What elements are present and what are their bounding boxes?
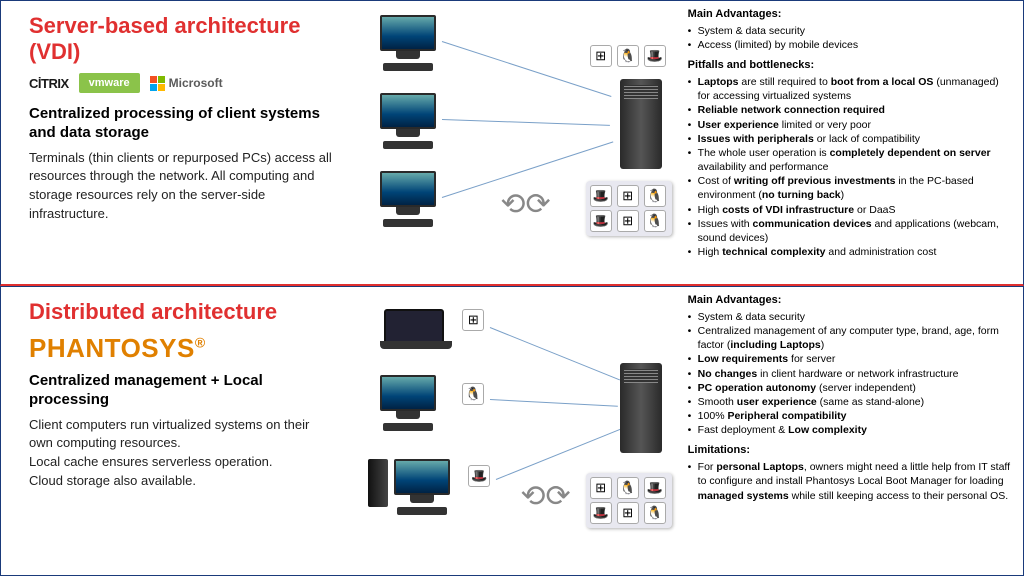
server-icon bbox=[620, 79, 662, 169]
list-item: Centralized management of any computer t… bbox=[688, 324, 1013, 352]
list-item: 100% Peripheral compatibility bbox=[688, 409, 1013, 423]
dist-subtitle: Centralized management + Local processin… bbox=[29, 372, 336, 410]
redhat-icon: 🎩 bbox=[468, 465, 490, 487]
list-item: No changes in client hardware or network… bbox=[688, 367, 1013, 381]
vdi-description: Terminals (thin clients or repurposed PC… bbox=[29, 149, 336, 224]
list-item: Cost of writing off previous investments… bbox=[688, 174, 1013, 202]
microsoft-logo: Microsoft bbox=[150, 76, 223, 91]
vdi-pitfalls-heading: Pitfalls and bottlenecks: bbox=[688, 58, 1013, 73]
laptop-icon bbox=[384, 309, 444, 343]
terminal-pc-icon bbox=[380, 171, 436, 227]
os-grid-icon: 🎩⊞🐧 🎩⊞🐧 bbox=[586, 181, 672, 236]
vdi-right: Main Advantages: System & data securityA… bbox=[680, 1, 1023, 284]
list-item: Laptops are still required to boot from … bbox=[688, 75, 1013, 103]
terminal-pc-icon bbox=[380, 93, 436, 149]
linux-icon: 🐧 bbox=[617, 45, 639, 67]
list-item: Issues with communication devices and ap… bbox=[688, 217, 1013, 245]
sync-arrows-icon: ⟲⟳ bbox=[500, 187, 550, 222]
vdi-advantages-list: System & data securityAccess (limited) b… bbox=[688, 24, 1013, 52]
tower-pc-icon bbox=[368, 459, 388, 507]
list-item: Issues with peripherals or lack of compa… bbox=[688, 132, 1013, 146]
citrix-logo: CİTRIX bbox=[29, 76, 69, 91]
terminal-pc-icon bbox=[380, 15, 436, 71]
windows-icon: ⊞ bbox=[462, 309, 484, 331]
list-item: System & data security bbox=[688, 310, 1013, 324]
vdi-left: Server-based architecture (VDI) CİTRIX v… bbox=[1, 1, 350, 284]
list-item: High costs of VDI infrastructure or DaaS bbox=[688, 203, 1013, 217]
dist-diagram: ⊞ 🐧 🎩 ⟲⟳ ⊞🐧🎩 🎩⊞🐧 bbox=[350, 287, 679, 575]
dist-right: Main Advantages: System & data securityC… bbox=[680, 287, 1023, 575]
dist-description: Client computers run virtualized systems… bbox=[29, 416, 336, 491]
dist-limitations-list: For personal Laptops, owners might need … bbox=[688, 460, 1013, 503]
vendor-row: CİTRIX vmware Microsoft bbox=[29, 73, 336, 93]
distributed-panel: Distributed architecture PHANTOSYS® Cent… bbox=[0, 286, 1024, 576]
server-icon bbox=[620, 363, 662, 453]
list-item: Smooth user experience (same as stand-al… bbox=[688, 395, 1013, 409]
list-item: For personal Laptops, owners might need … bbox=[688, 460, 1013, 503]
ms-squares-icon bbox=[150, 76, 165, 91]
list-item: High technical complexity and administra… bbox=[688, 245, 1013, 259]
list-item: Fast deployment & Low complexity bbox=[688, 423, 1013, 437]
redhat-icon: 🎩 bbox=[644, 45, 666, 67]
dist-left: Distributed architecture PHANTOSYS® Cent… bbox=[1, 287, 350, 575]
list-item: User experience limited or very poor bbox=[688, 118, 1013, 132]
list-item: System & data security bbox=[688, 24, 1013, 38]
phantosys-logo: PHANTOSYS® bbox=[29, 333, 336, 364]
list-item: Reliable network connection required bbox=[688, 103, 1013, 117]
vdi-advantages-heading: Main Advantages: bbox=[688, 7, 1013, 22]
windows-icon: ⊞ bbox=[590, 45, 612, 67]
desktop-pc-icon bbox=[394, 459, 450, 515]
dist-limitations-heading: Limitations: bbox=[688, 443, 1013, 458]
dist-advantages-heading: Main Advantages: bbox=[688, 293, 1013, 308]
list-item: Low requirements for server bbox=[688, 352, 1013, 366]
vmware-logo: vmware bbox=[79, 73, 140, 93]
list-item: Access (limited) by mobile devices bbox=[688, 38, 1013, 52]
os-icons-row: ⊞ 🐧 🎩 bbox=[590, 45, 668, 67]
dist-title: Distributed architecture bbox=[29, 299, 336, 325]
vdi-pitfalls-list: Laptops are still required to boot from … bbox=[688, 75, 1013, 259]
linux-icon: 🐧 bbox=[462, 383, 484, 405]
list-item: The whole user operation is completely d… bbox=[688, 146, 1013, 174]
dist-advantages-list: System & data securityCentralized manage… bbox=[688, 310, 1013, 438]
os-grid-icon: ⊞🐧🎩 🎩⊞🐧 bbox=[586, 473, 672, 528]
vdi-title: Server-based architecture (VDI) bbox=[29, 13, 336, 65]
vdi-subtitle: Centralized processing of client systems… bbox=[29, 105, 336, 143]
desktop-pc-icon bbox=[380, 375, 436, 431]
vdi-panel: Server-based architecture (VDI) CİTRIX v… bbox=[0, 0, 1024, 286]
sync-arrows-icon: ⟲⟳ bbox=[520, 479, 570, 514]
list-item: PC operation autonomy (server independen… bbox=[688, 381, 1013, 395]
vdi-diagram: ⊞ 🐧 🎩 ⟲⟳ 🎩⊞🐧 🎩⊞🐧 bbox=[350, 1, 679, 284]
